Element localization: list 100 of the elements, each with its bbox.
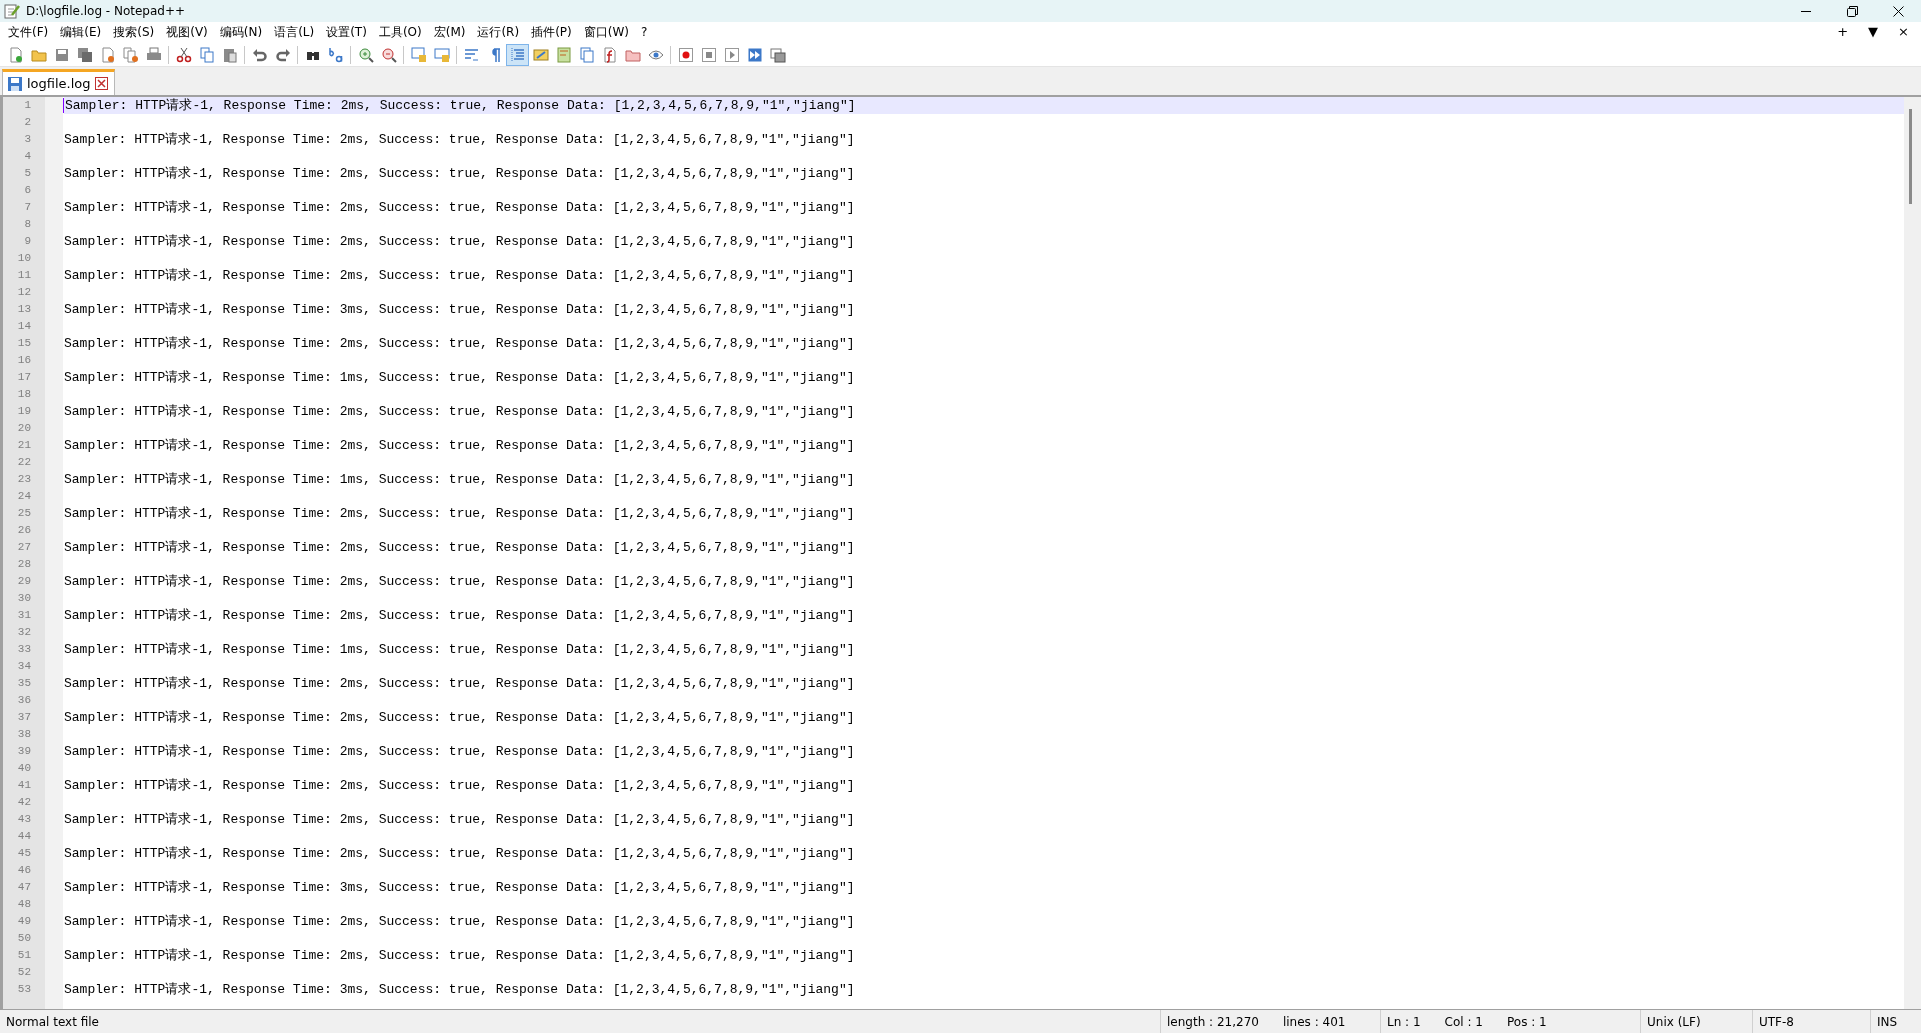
printer-icon	[145, 46, 162, 63]
menu-item[interactable]: 搜索(S)	[107, 23, 161, 42]
line-number: 6	[23, 183, 32, 198]
line-number: 3	[23, 132, 32, 147]
notepad-pencil-icon	[4, 3, 20, 19]
line-number: 24	[16, 489, 32, 504]
line-number: 45	[16, 846, 32, 861]
restore-icon	[1846, 5, 1858, 17]
tab-bar-control[interactable]: ▼	[1860, 24, 1887, 40]
code-line: Sampler: HTTP请求-1, Response Time: 3ms, Success: true, Response Data: [1,2,3,4,5,6,7,8,9,"1","jiang"]	[64, 302, 855, 317]
line-number: 38	[16, 727, 32, 742]
menu-item[interactable]: 语言(L)	[268, 23, 321, 42]
tab-bar-control[interactable]: ×	[1890, 24, 1917, 40]
page-minus-icon	[99, 46, 116, 63]
line-number: 47	[16, 880, 32, 895]
encoding-label: UTF-8	[1759, 1013, 1794, 1031]
tab-close-icon[interactable]	[94, 77, 108, 90]
stop-square-icon	[700, 46, 717, 63]
fast-forward-icon	[746, 46, 763, 63]
line-number: 17	[16, 370, 32, 385]
line-number: 53	[16, 982, 32, 997]
page-plus-icon	[7, 46, 24, 63]
line-number: 2	[23, 115, 32, 130]
menu-item[interactable]: 视图(V)	[160, 23, 214, 42]
line-number: 13	[16, 302, 32, 317]
lines-label: lines : 401	[1282, 1013, 1346, 1031]
line-number: 16	[16, 353, 32, 368]
map-icon	[555, 46, 572, 63]
indent-lines-icon	[509, 46, 526, 63]
code-line: Sampler: HTTP请求-1, Response Time: 2ms, Success: true, Response Data: [1,2,3,4,5,6,7,8,9,"1","jiang"]	[64, 166, 855, 181]
tab-bar-control[interactable]: +	[1829, 24, 1857, 40]
line-number: 39	[16, 744, 32, 759]
line-number: 26	[16, 523, 32, 538]
pages-icon	[198, 46, 215, 63]
line-number: 15	[16, 336, 32, 351]
code-line: Sampler: HTTP请求-1, Response Time: 2ms, Success: true, Response Data: [1,2,3,4,5,6,7,8,9,"1","jiang"]	[64, 574, 855, 589]
line-number: 12	[16, 285, 32, 300]
code-line: Sampler: HTTP请求-1, Response Time: 2ms, Success: true, Response Data: [1,2,3,4,5,6,7,8,9,"1","jiang"]	[64, 744, 855, 759]
menu-item[interactable]: 设置(T)	[320, 23, 373, 42]
line-number: 48	[16, 897, 32, 912]
redo-arrow-icon	[274, 46, 291, 63]
line-number: 21	[16, 438, 32, 453]
line-number: 5	[23, 166, 32, 181]
window-stack-icon	[769, 46, 786, 63]
code-line: Sampler: HTTP请求-1, Response Time: 3ms, Success: true, Response Data: [1,2,3,4,5,6,7,8,9,"1","jiang"]	[64, 880, 855, 895]
line-number: 51	[16, 948, 32, 963]
code-line: Sampler: HTTP请求-1, Response Time: 2ms, Success: true, Response Data: [1,2,3,4,5,6,7,8,9,"1","jiang"]	[64, 200, 855, 215]
code-line: Sampler: HTTP请求-1, Response Time: 1ms, Success: true, Response Data: [1,2,3,4,5,6,7,8,9,"1","jiang"]	[64, 370, 855, 385]
line-number: 14	[16, 319, 32, 334]
line-number: 50	[16, 931, 32, 946]
line-number: 19	[16, 404, 32, 419]
insert-mode-label: INS	[1877, 1013, 1898, 1031]
line-number: 8	[23, 217, 32, 232]
code-line: Sampler: HTTP请求-1, Response Time: 1ms, Success: true, Response Data: [1,2,3,4,5,6,7,8,9,"1","jiang"]	[64, 642, 855, 657]
code-line: Sampler: HTTP请求-1, Response Time: 2ms, Success: true, Response Data: [1,2,3,4,5,6,7,8,9,"1","jiang"]	[64, 234, 855, 249]
line-ending-label: Unix (LF)	[1647, 1013, 1701, 1031]
length-label: length : 21,270	[1167, 1013, 1259, 1031]
line-number: 25	[16, 506, 32, 521]
menu-item[interactable]: 编辑(E)	[54, 23, 108, 42]
line-number: 23	[16, 472, 32, 487]
file-tab[interactable]: logfile.log	[2, 69, 115, 95]
line-number: 7	[23, 200, 32, 215]
code-line: Sampler: HTTP请求-1, Response Time: 2ms, Success: true, Response Data: [1,2,3,4,5,6,7,8,9,"1","jiang"]	[65, 98, 856, 113]
indent-guide-button[interactable]	[506, 43, 529, 66]
menu-item[interactable]: 文件(F)	[2, 23, 55, 42]
clipboard-icon	[221, 46, 238, 63]
window-pencil-icon	[532, 46, 549, 63]
line-number: 18	[16, 387, 32, 402]
text-cursor	[63, 98, 64, 113]
menu-item[interactable]: 运行(R)	[471, 23, 526, 42]
menu-item[interactable]: 工具(O)	[372, 23, 428, 42]
vertical-scrollbar[interactable]	[1904, 97, 1921, 1009]
editor-panel[interactable]	[3, 97, 1904, 1009]
line-number: 32	[16, 625, 32, 640]
menu-item[interactable]: 编码(N)	[213, 23, 269, 42]
menu-item[interactable]: 窗口(W)	[577, 23, 635, 42]
line-number: 36	[16, 693, 32, 708]
menu-item[interactable]: ?	[634, 23, 654, 42]
line-number: 33	[16, 642, 32, 657]
pages-icon	[578, 46, 595, 63]
line-number: 40	[16, 761, 32, 776]
line-number: 27	[16, 540, 32, 555]
tab-label: logfile.log	[27, 74, 91, 93]
lines-arrow-icon	[463, 46, 480, 63]
code-line: Sampler: HTTP请求-1, Response Time: 2ms, Success: true, Response Data: [1,2,3,4,5,6,7,8,9,"1","jiang"]	[64, 132, 855, 147]
line-number: 30	[16, 591, 32, 606]
code-line: Sampler: HTTP请求-1, Response Time: 2ms, Success: true, Response Data: [1,2,3,4,5,6,7,8,9,"1","jiang"]	[64, 710, 855, 725]
floppy-disks-icon	[76, 46, 93, 63]
position-label: Pos : 1	[1507, 1013, 1547, 1031]
line-number: 1	[23, 98, 32, 113]
scissors-icon	[175, 46, 192, 63]
menu-item[interactable]: 插件(P)	[525, 23, 578, 42]
line-number: 20	[16, 421, 32, 436]
pages-minus-icon	[122, 46, 139, 63]
menu-item[interactable]: 宏(M)	[427, 23, 472, 42]
code-line: Sampler: HTTP请求-1, Response Time: 2ms, Success: true, Response Data: [1,2,3,4,5,6,7,8,9,"1","jiang"]	[64, 914, 855, 929]
code-line: Sampler: HTTP请求-1, Response Time: 3ms, Success: true, Response Data: [1,2,3,4,5,6,7,8,9,"1","jiang"]	[64, 982, 855, 997]
line-number: 42	[16, 795, 32, 810]
line-position-label: Ln : 1	[1387, 1013, 1421, 1031]
code-line: Sampler: HTTP请求-1, Response Time: 2ms, Success: true, Response Data: [1,2,3,4,5,6,7,8,9,"1","jiang"]	[64, 268, 855, 283]
